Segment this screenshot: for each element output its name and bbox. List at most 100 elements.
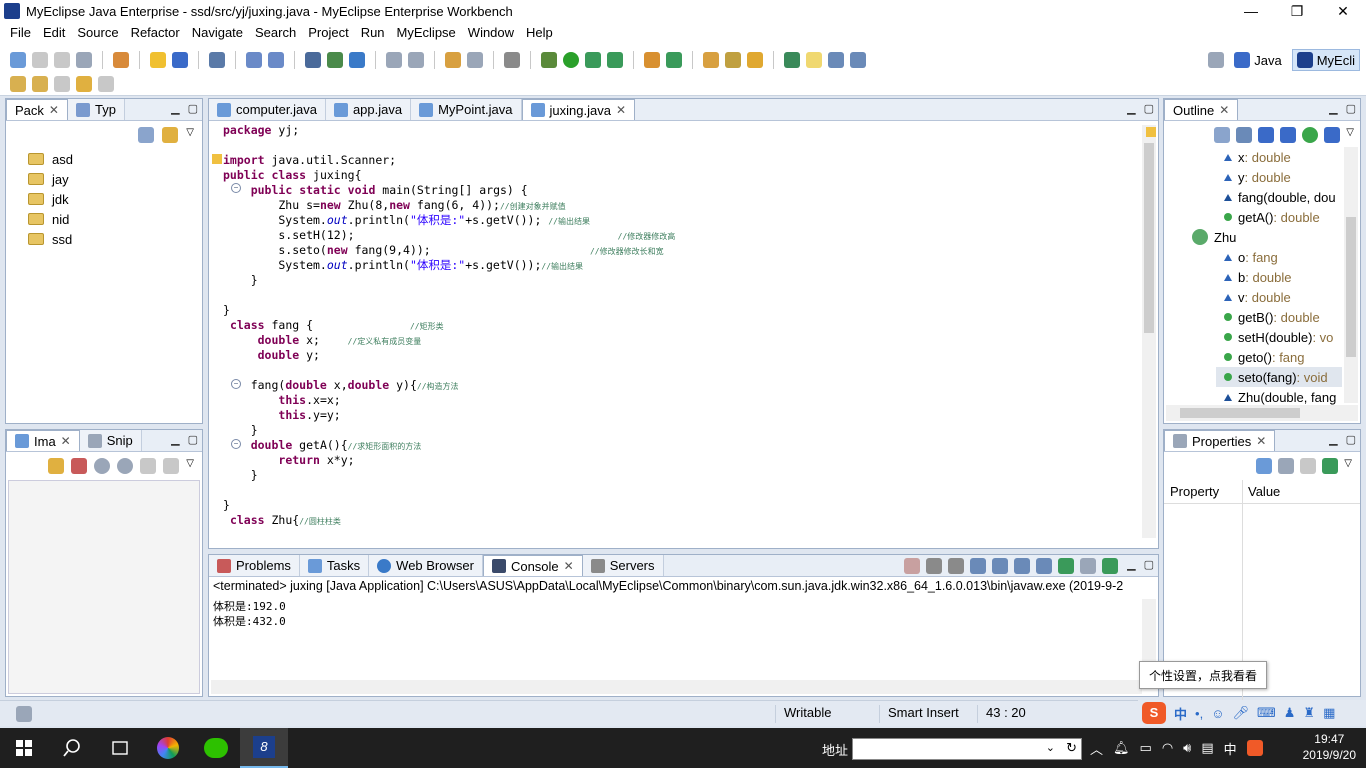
- maximize-view-icon[interactable]: ▢: [188, 102, 198, 115]
- open-resource-icon[interactable]: [747, 52, 763, 68]
- remove-launch-icon[interactable]: [926, 558, 942, 574]
- overview-warning-icon[interactable]: [1146, 127, 1156, 137]
- minimize-view-icon[interactable]: ▁: [171, 433, 179, 446]
- maximize-view-icon[interactable]: ▢: [1346, 102, 1356, 115]
- camera-icon[interactable]: [504, 52, 520, 68]
- close-icon[interactable]: ✕: [1219, 103, 1229, 117]
- outline-item[interactable]: o : fang: [1224, 247, 1278, 267]
- outline-hscrollbar[interactable]: [1166, 405, 1358, 421]
- new-ejb-project-icon[interactable]: [268, 52, 284, 68]
- outline-item[interactable]: geto() : fang: [1224, 347, 1305, 367]
- last-edit-icon[interactable]: [54, 76, 70, 92]
- scroll-lock-icon[interactable]: [992, 558, 1008, 574]
- tab-juxing-java[interactable]: juxing.java ✕: [521, 99, 636, 120]
- sort-icon[interactable]: [1236, 127, 1253, 143]
- minimize-view-icon[interactable]: ▁: [1329, 102, 1337, 115]
- forward-icon[interactable]: [98, 76, 114, 92]
- open-console-icon[interactable]: [1102, 558, 1118, 574]
- next-annotation-icon[interactable]: [10, 76, 26, 92]
- address-input[interactable]: ⌄ ↻: [852, 738, 1082, 760]
- taskbar-app-photos[interactable]: [144, 728, 192, 768]
- highlight-icon[interactable]: [806, 52, 822, 68]
- ime-keyboard-icon[interactable]: ⌨: [1257, 705, 1276, 721]
- new-class-wizard-icon[interactable]: [666, 52, 682, 68]
- taskbar-app-wechat[interactable]: [192, 728, 240, 768]
- outline-item[interactable]: setH(double) : vo: [1224, 327, 1333, 347]
- maximize-view-icon[interactable]: ▢: [188, 433, 198, 446]
- deploy-icon[interactable]: [305, 52, 321, 68]
- block-select-icon[interactable]: [828, 52, 844, 68]
- restore-button[interactable]: ❐: [1274, 0, 1320, 22]
- editor-scrollbar-thumb[interactable]: [1144, 143, 1154, 333]
- outline-item[interactable]: b : double: [1224, 267, 1292, 287]
- hide-local-types-icon[interactable]: [1324, 127, 1341, 143]
- battery-icon[interactable]: ▭: [1140, 740, 1152, 756]
- project-item[interactable]: ssd: [28, 229, 73, 249]
- close-icon[interactable]: ✕: [564, 559, 574, 573]
- open-type-icon[interactable]: [209, 52, 225, 68]
- console-hscrollbar[interactable]: [211, 680, 1142, 694]
- db-explorer-icon[interactable]: [408, 52, 424, 68]
- notification-bell-icon[interactable]: 🔔︎: [1113, 740, 1130, 756]
- search-web-icon[interactable]: [784, 52, 800, 68]
- perspective-myeclipse[interactable]: MyEcli: [1291, 49, 1360, 71]
- pin-icon[interactable]: [1322, 458, 1339, 474]
- zoom-in-icon[interactable]: [117, 458, 134, 474]
- show-categories-icon[interactable]: [1256, 458, 1273, 474]
- new-package-icon[interactable]: [150, 52, 166, 68]
- save-all-icon[interactable]: [54, 52, 70, 68]
- sync-icon[interactable]: [48, 458, 65, 474]
- open-perspective-icon[interactable]: [1208, 52, 1225, 68]
- menu-myeclipse[interactable]: MyEclipse: [391, 25, 462, 40]
- clear-console-icon[interactable]: [970, 558, 986, 574]
- menu-project[interactable]: Project: [302, 25, 354, 40]
- zoom-out-icon[interactable]: [94, 458, 111, 474]
- warning-marker-icon[interactable]: [212, 154, 222, 164]
- tab-console[interactable]: Console ✕: [482, 555, 583, 576]
- new-wizard-icon[interactable]: [644, 52, 660, 68]
- run-server-icon[interactable]: [327, 52, 343, 68]
- maximize-view-icon[interactable]: ▢: [1144, 102, 1154, 115]
- menu-edit[interactable]: Edit: [37, 25, 71, 40]
- ime-punctuation-icon[interactable]: •,: [1195, 706, 1203, 721]
- hide-nonpublic-icon[interactable]: [1302, 127, 1319, 143]
- pen-icon[interactable]: [725, 52, 741, 68]
- tab-outline[interactable]: Outline ✕: [1164, 99, 1239, 120]
- ime-emoji-icon[interactable]: ☺: [1211, 706, 1224, 721]
- fit-window-icon[interactable]: [163, 458, 180, 474]
- tray-ime-language[interactable]: 中: [1224, 739, 1237, 758]
- new-java-project-icon[interactable]: [113, 52, 129, 68]
- taskbar-app-myeclipse[interactable]: 8: [240, 728, 288, 768]
- minimize-view-icon[interactable]: ▁: [1127, 102, 1135, 115]
- new-icon[interactable]: [10, 52, 26, 68]
- chevron-down-icon[interactable]: ⌄: [1046, 741, 1055, 754]
- outline-item[interactable]: seto(fang) : void: [1216, 367, 1342, 387]
- tab-web-browser[interactable]: Web Browser: [369, 555, 483, 576]
- outline-item[interactable]: getB() : double: [1224, 307, 1320, 327]
- outline-hscrollbar-thumb[interactable]: [1180, 408, 1300, 418]
- show-on-stderr-icon[interactable]: [1036, 558, 1052, 574]
- outline-item[interactable]: getA() : double: [1224, 207, 1320, 227]
- collapse-all-icon[interactable]: [138, 127, 155, 143]
- menu-help[interactable]: Help: [520, 25, 559, 40]
- menu-file[interactable]: File: [4, 25, 37, 40]
- close-icon[interactable]: ✕: [49, 103, 59, 117]
- outline-item[interactable]: Zhu(double, fang: [1224, 387, 1336, 407]
- outline-item[interactable]: y : double: [1224, 167, 1291, 187]
- ime-skin-icon[interactable]: ♜: [1303, 705, 1315, 721]
- back-icon[interactable]: [76, 76, 92, 92]
- show-advanced-icon[interactable]: [1278, 458, 1295, 474]
- perspective-java[interactable]: Java: [1230, 50, 1285, 70]
- outline-item[interactable]: Zhu: [1192, 227, 1236, 247]
- refresh-icon[interactable]: ↻: [1066, 740, 1077, 756]
- volume-icon[interactable]: 🔊︎: [1183, 740, 1191, 756]
- tab-servers[interactable]: Servers: [582, 555, 664, 576]
- taskbar-clock[interactable]: 19:47 2019/9/20: [1303, 731, 1356, 763]
- console-output[interactable]: 体积是:192.0 体积是:432.0: [213, 599, 286, 629]
- close-icon[interactable]: ✕: [616, 103, 626, 117]
- minimize-view-icon[interactable]: ▁: [1329, 433, 1337, 446]
- menu-navigate[interactable]: Navigate: [186, 25, 249, 40]
- hide-static-icon[interactable]: [1280, 127, 1297, 143]
- new-web-project-icon[interactable]: [246, 52, 262, 68]
- ime-voice-icon[interactable]: 🎤︎: [1232, 705, 1249, 721]
